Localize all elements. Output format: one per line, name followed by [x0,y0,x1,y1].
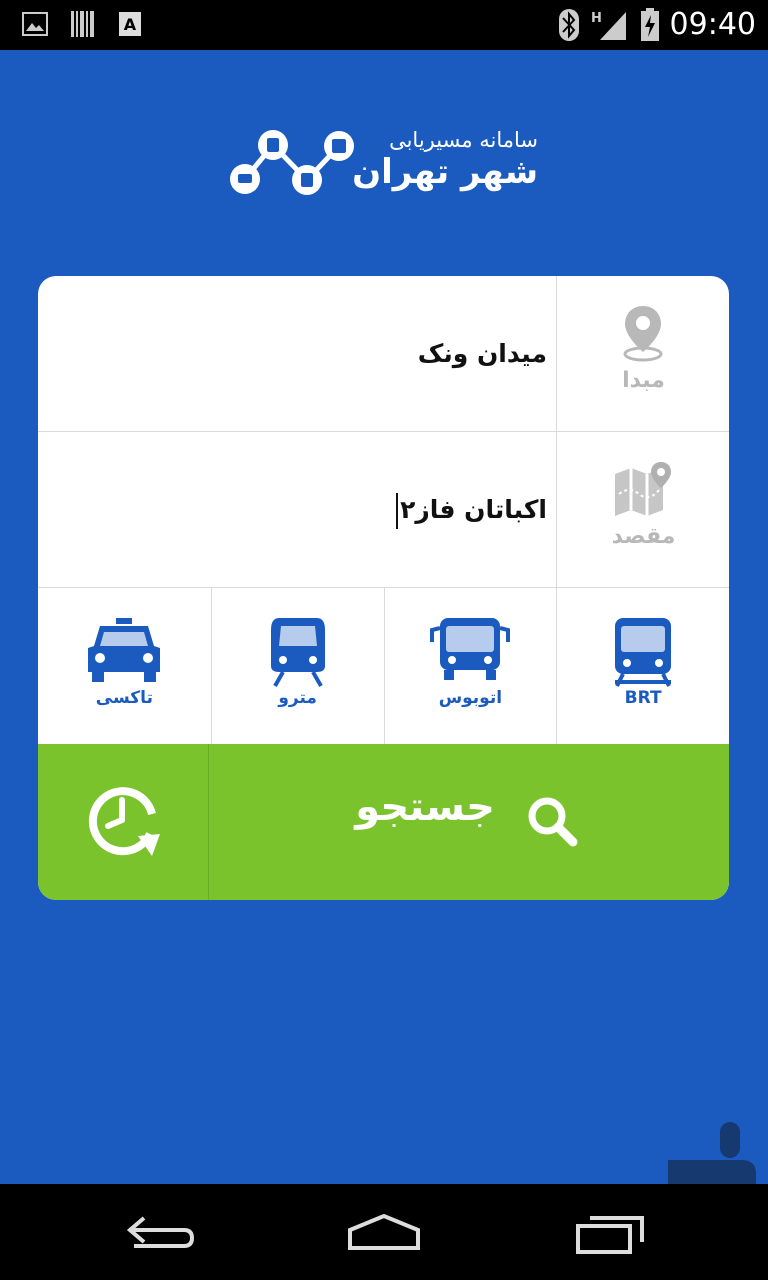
taxi-icon [88,618,161,682]
logo-title: شهر تهران [352,152,538,192]
status-bar: A H 09:40 [0,0,768,50]
logo-subtitle: سامانه مسیریابی [389,128,538,152]
origin-input[interactable]: میدان ونک [57,276,547,431]
bluetooth-icon [558,9,579,41]
transport-modes: BRT اتوبوس مترو تاکسی [38,588,729,744]
destination-value: اکباتان فاز۲ [400,495,547,524]
barcode-icon [71,11,94,37]
svg-text:A: A [124,15,137,34]
text-caret [396,493,399,529]
origin-icon-cell[interactable]: مبدا [556,276,729,431]
destination-label: مقصد [611,524,676,549]
search-label: جستجو [355,784,495,830]
bus-icon [430,618,511,680]
battery-charging-icon [640,8,659,41]
metro-icon [270,618,325,687]
destination-input[interactable]: اکباتان فاز۲ [57,432,547,587]
app-screen: سامانه مسیریابی شهر تهران مبدا میدان ونک [0,50,768,1226]
back-icon[interactable] [124,1212,196,1252]
map-icon [615,462,671,516]
history-clock-icon [88,787,160,856]
network-label: H [591,11,602,26]
mode-metro-label: مترو [278,688,317,708]
mode-taxi-label: تاکسی [95,688,153,708]
history-button[interactable] [38,744,209,900]
network-graph-icon [230,130,354,195]
navigation-bar [0,1184,768,1280]
mode-brt-label: BRT [624,688,662,708]
font-icon: A [119,12,141,36]
search-icon [528,797,578,847]
mode-bus[interactable]: اتوبوس [383,588,557,744]
clock: 09:40 [669,7,756,42]
destination-icon-cell[interactable]: مقصد [556,432,729,587]
mode-metro[interactable]: مترو [210,588,384,744]
mode-brt[interactable]: BRT [556,588,729,744]
destination-row[interactable]: مقصد اکباتان فاز۲ [38,432,729,588]
brt-bus-icon [615,618,672,687]
search-button[interactable]: جستجو [209,744,729,900]
image-icon [22,12,48,36]
mode-bus-label: اتوبوس [438,688,503,708]
origin-label: مبدا [622,368,665,393]
home-icon[interactable] [346,1212,422,1252]
app-logo: سامانه مسیریابی شهر تهران [228,128,548,208]
route-search-card: مبدا میدان ونک مقصد اکباتان فاز۲ BRT اتو… [38,276,729,900]
signal-icon: H [591,11,626,40]
recents-icon[interactable] [576,1212,648,1256]
origin-row[interactable]: مبدا میدان ونک [38,276,729,432]
map-pin-icon [623,306,663,362]
action-bar: جستجو [38,744,729,900]
mode-taxi[interactable]: تاکسی [38,588,211,744]
